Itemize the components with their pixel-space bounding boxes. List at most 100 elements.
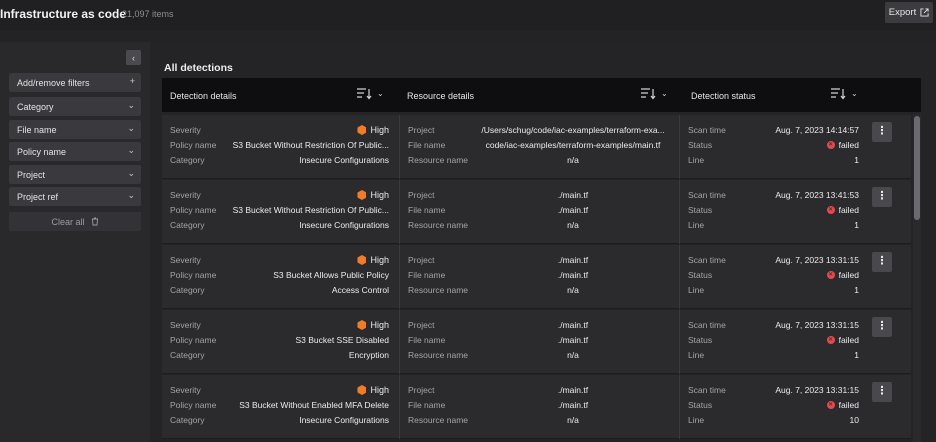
filter-label: Category	[17, 101, 54, 112]
line-label: Line	[688, 415, 705, 425]
sort-descending-icon[interactable]	[640, 87, 656, 101]
severity-value: High	[357, 385, 389, 395]
file-name-label: File name	[408, 270, 446, 280]
resource-name-value: n/a	[567, 350, 579, 360]
policy-name-label: Policy name	[170, 400, 217, 410]
add-filter-label: Add/remove filters	[17, 77, 90, 88]
export-button[interactable]: Export	[885, 2, 933, 23]
filter-category[interactable]: Category ⌄	[9, 97, 141, 116]
chevron-down-icon[interactable]: ⌄	[851, 89, 858, 98]
chevron-down-icon[interactable]: ⌄	[661, 89, 668, 98]
severity-label: Severity	[170, 125, 201, 135]
status-text: failed	[838, 205, 859, 215]
resource-name-value: n/a	[567, 415, 579, 425]
filter-policy-name[interactable]: Policy name ⌄	[9, 142, 141, 161]
scan-time-value: Aug. 7, 2023 14:14:57	[775, 125, 859, 135]
project-label: Project	[408, 255, 435, 265]
x-circle-icon: ✕	[826, 336, 835, 344]
resource-name-value: n/a	[567, 220, 579, 230]
table-row[interactable]: Severity High Policy name S3 Bucket Allo…	[162, 245, 911, 309]
line-label: Line	[688, 155, 705, 165]
category-label: Category	[170, 415, 205, 425]
filter-file-name[interactable]: File name ⌄	[9, 120, 141, 139]
line-label: Line	[688, 220, 705, 230]
project-label: Project	[408, 385, 435, 395]
severity-text: High	[370, 125, 389, 135]
collapse-sidebar-button[interactable]: ‹	[126, 50, 141, 65]
resource-details-cell: Project ./main.tf File name ./main.tf Re…	[399, 180, 679, 244]
resource-name-value: n/a	[567, 155, 579, 165]
severity-text: High	[370, 320, 389, 330]
table-header: Detection details ⌄ Resource details ⌄ D…	[162, 78, 921, 112]
clear-all-button[interactable]: Clear all	[9, 212, 141, 231]
severity-label: Severity	[170, 385, 201, 395]
chevron-down-icon: ⌄	[127, 100, 135, 110]
sort-descending-icon[interactable]	[356, 87, 372, 101]
scan-time-value: Aug. 7, 2023 13:31:15	[775, 385, 859, 395]
line-value: 10	[849, 415, 859, 425]
line-value: 1	[854, 285, 859, 295]
scan-time-label: Scan time	[688, 125, 726, 135]
policy-name-label: Policy name	[170, 270, 217, 280]
scan-time-label: Scan time	[688, 385, 726, 395]
status-value: ✕ failed	[826, 400, 859, 410]
scan-time-value: Aug. 7, 2023 13:31:15	[775, 255, 859, 265]
detection-status-cell: Scan time Aug. 7, 2023 13:31:15 Status ✕…	[679, 375, 867, 439]
project-value: ./main.tf	[557, 385, 589, 395]
column-detection-status: Detection status	[691, 91, 756, 101]
resource-name-label: Resource name	[408, 350, 469, 360]
row-menu-button[interactable]: ⋮	[872, 317, 892, 337]
sort-descending-icon[interactable]	[830, 87, 846, 101]
file-name-label: File name	[408, 335, 446, 345]
category-label: Category	[170, 220, 205, 230]
table-row[interactable]: Severity High Policy name S3 Bucket With…	[162, 115, 911, 179]
row-menu-button[interactable]: ⋮	[872, 122, 892, 142]
row-menu-button[interactable]: ⋮	[872, 187, 892, 207]
hexagon-icon	[357, 125, 367, 135]
chevron-down-icon[interactable]: ⌄	[377, 89, 384, 98]
file-name-value: ./main.tf	[557, 205, 589, 215]
vertical-scrollbar[interactable]	[913, 114, 921, 442]
policy-name-label: Policy name	[170, 140, 217, 150]
table-row[interactable]: Severity High Policy name S3 Bucket With…	[162, 180, 911, 244]
scan-time-label: Scan time	[688, 320, 726, 330]
table-row[interactable]: Severity High Policy name S3 Bucket With…	[162, 375, 911, 439]
resource-name-label: Resource name	[408, 415, 469, 425]
severity-label: Severity	[170, 190, 201, 200]
kebab-menu-icon: ⋮	[876, 320, 888, 332]
filter-project[interactable]: Project ⌄	[9, 165, 141, 184]
row-menu-button[interactable]: ⋮	[872, 382, 892, 402]
category-label: Category	[170, 285, 205, 295]
external-link-icon	[920, 8, 929, 17]
line-value: 1	[854, 220, 859, 230]
category-label: Category	[170, 155, 205, 165]
category-value: Insecure Configurations	[299, 220, 389, 230]
item-count: 21,097 items	[122, 9, 174, 19]
page-title: Infrastructure as code	[0, 7, 127, 21]
policy-name-value: S3 Bucket SSE Disabled	[295, 335, 389, 345]
severity-text: High	[370, 385, 389, 395]
scan-time-label: Scan time	[688, 255, 726, 265]
scrollbar-thumb[interactable]	[914, 116, 920, 220]
resource-name-label: Resource name	[408, 155, 469, 165]
add-remove-filters-button[interactable]: Add/remove filters +	[9, 73, 141, 92]
status-text: failed	[838, 400, 859, 410]
category-value: Insecure Configurations	[299, 155, 389, 165]
resource-details-cell: Project ./main.tf File name ./main.tf Re…	[399, 245, 679, 309]
policy-name-value: S3 Bucket Allows Public Policy	[273, 270, 389, 280]
trash-icon	[91, 217, 98, 226]
file-name-value: ./main.tf	[557, 270, 589, 280]
status-label: Status	[688, 140, 713, 150]
policy-name-value: S3 Bucket Without Restriction Of Public.…	[232, 205, 389, 215]
file-name-label: File name	[408, 205, 446, 215]
detection-details-cell: Severity High Policy name S3 Bucket Allo…	[162, 245, 399, 309]
policy-name-value: S3 Bucket Without Enabled MFA Delete	[239, 400, 389, 410]
table-row[interactable]: Severity High Policy name S3 Bucket SSE …	[162, 310, 911, 374]
filter-project-ref[interactable]: Project ref ⌄	[9, 187, 141, 206]
policy-name-label: Policy name	[170, 205, 217, 215]
row-menu-button[interactable]: ⋮	[872, 252, 892, 272]
resource-name-label: Resource name	[408, 285, 469, 295]
export-button-label: Export	[888, 7, 917, 18]
project-value: ./main.tf	[557, 255, 589, 265]
line-label: Line	[688, 350, 705, 360]
